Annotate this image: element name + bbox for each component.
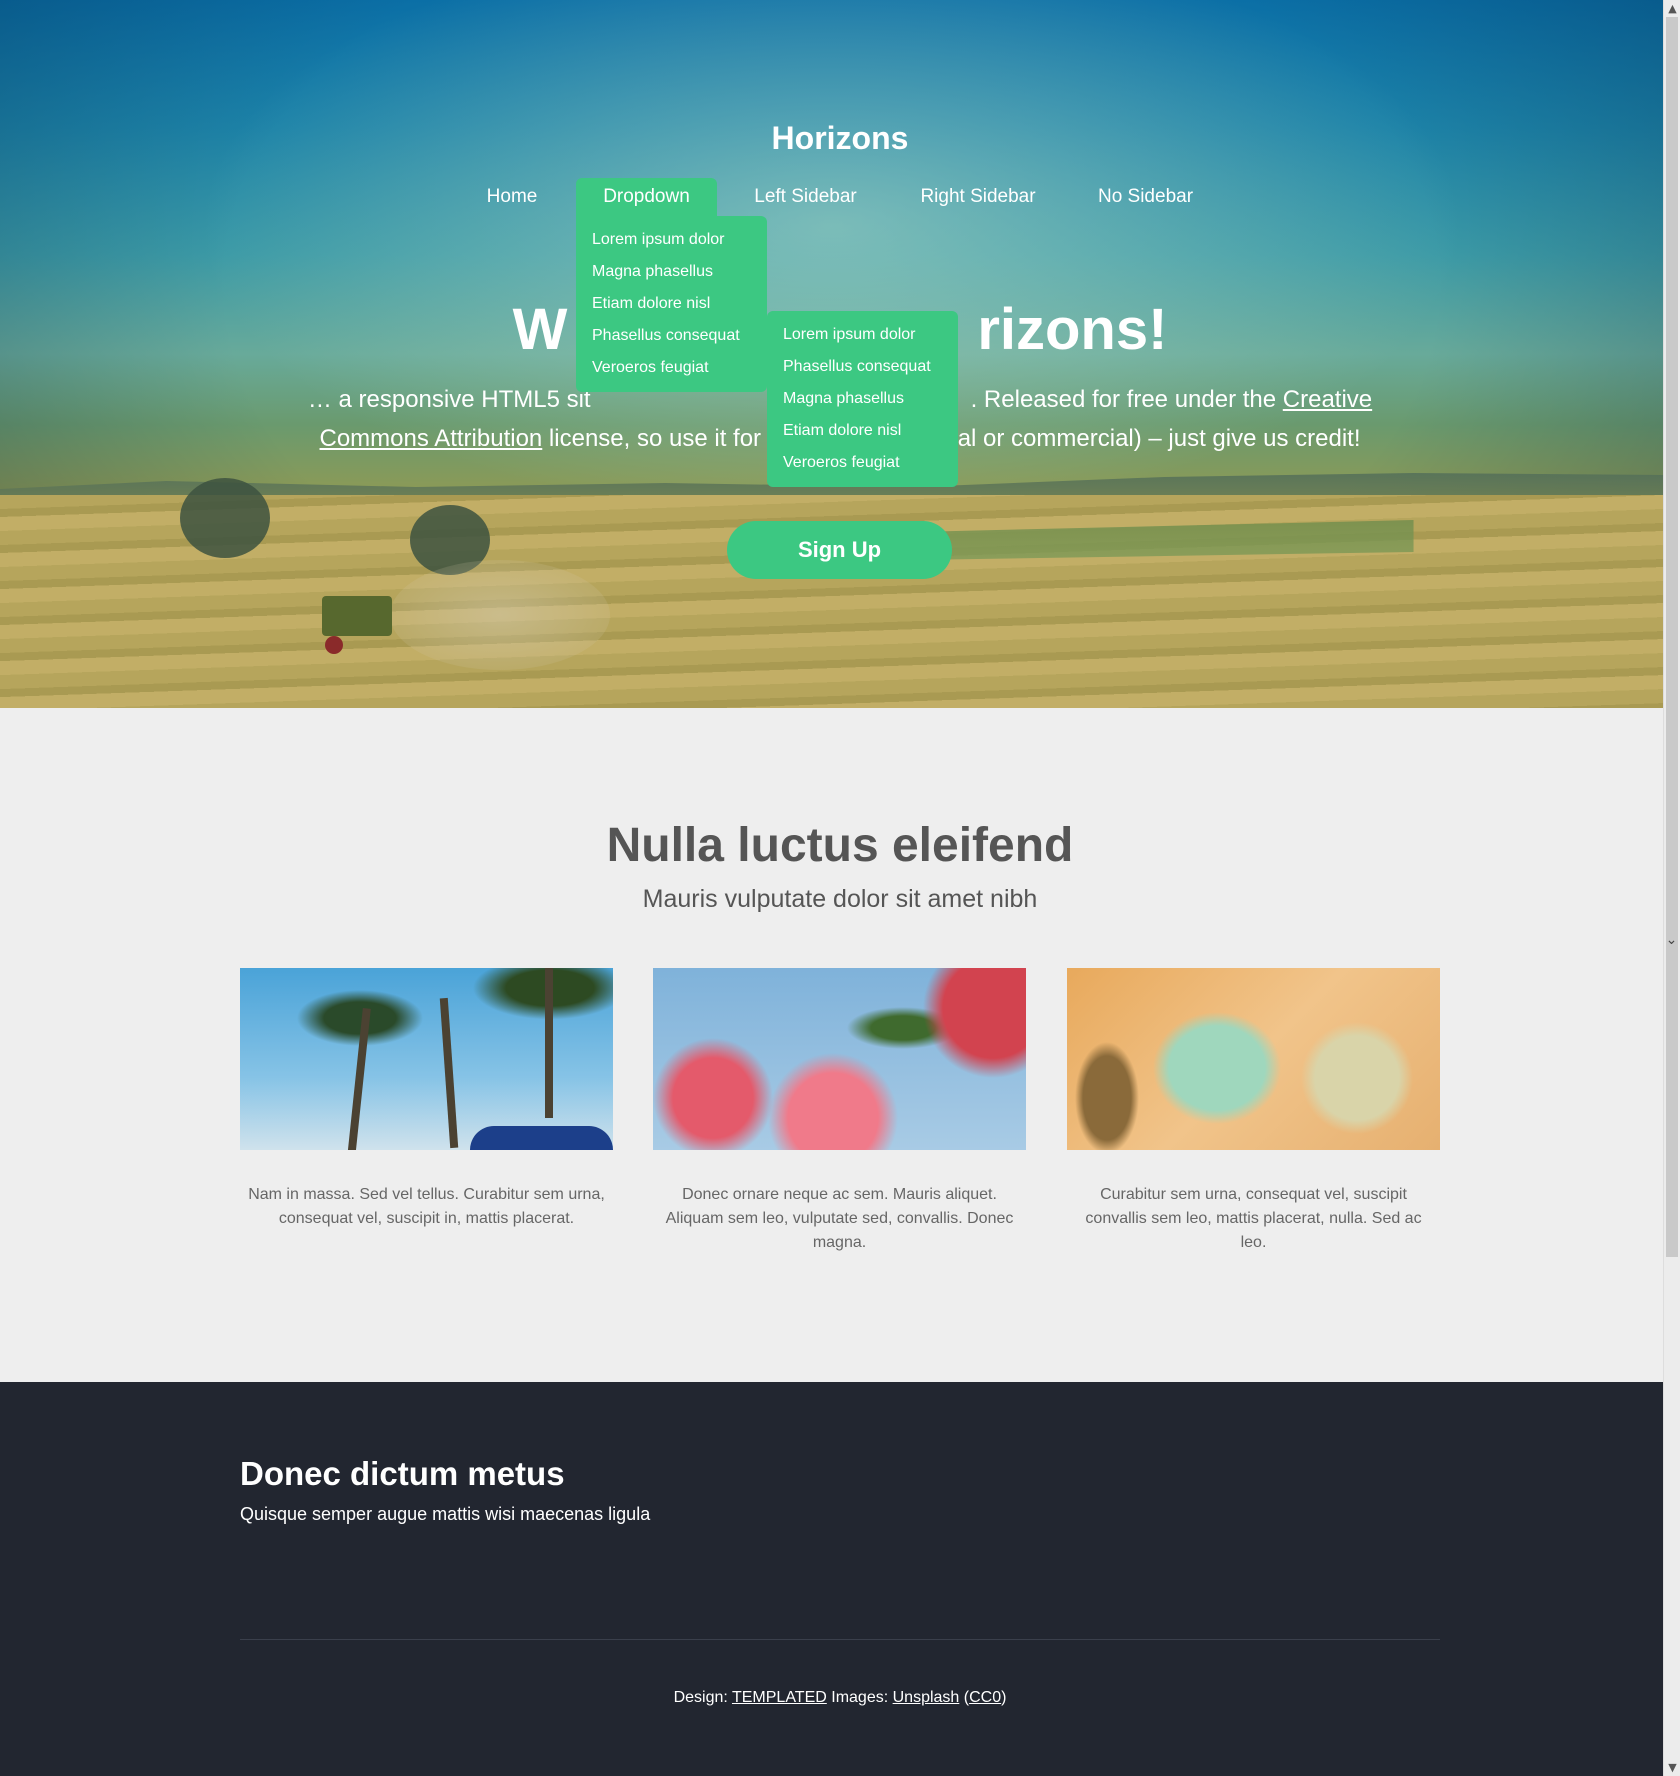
dropdown-menu: Lorem ipsum dolor Magna phasellus Etiam … [576, 216, 767, 392]
features-subheading: Mauris vulputate dolor sit amet nibh [642, 885, 1038, 913]
feature-card: Donec ornare neque ac sem. Mauris alique… [653, 968, 1026, 1255]
nav-item-dropdown[interactable]: Dropdown [576, 178, 717, 216]
footer-credits: Design: TEMPLATED Images: Unsplash (CC0) [0, 1689, 1680, 1707]
templated-link[interactable]: TEMPLATED [732, 1689, 827, 1706]
unsplash-link[interactable]: Unsplash [893, 1689, 960, 1706]
credits-images-prefix: Images: [826, 1689, 893, 1706]
scroll-up-arrow-icon[interactable]: ▲ [1664, 0, 1680, 17]
features-heading: Nulla luctus eleifend [606, 819, 1074, 872]
hero-text-part3: license, so use it for [542, 425, 768, 452]
feature-card-text: Donec ornare neque ac sem. Mauris alique… [665, 1186, 1014, 1251]
palm-trunk [545, 968, 553, 1118]
dropdown-item[interactable]: Etiam dolore nisl [576, 288, 767, 320]
glass-jars-image[interactable] [1067, 968, 1440, 1150]
hero-text-part1: … a responsive HTML5 sit [307, 386, 591, 413]
hero-tree [180, 478, 270, 558]
submenu-item[interactable]: Lorem ipsum dolor [767, 319, 958, 351]
nav-item-left-sidebar[interactable]: Left Sidebar [738, 178, 873, 216]
hero-text-part4: al or commercial) – just give us credit! [957, 425, 1361, 452]
feature-card: Nam in massa. Sed vel tellus. Curabitur … [240, 968, 613, 1231]
feature-card-text: Nam in massa. Sed vel tellus. Curabitur … [248, 1186, 605, 1227]
hero-harvester [322, 596, 392, 636]
submenu-item[interactable]: Magna phasellus [767, 383, 958, 415]
dropdown-item[interactable]: Veroeros feugiat [576, 352, 767, 384]
hero-heading-left: W [512, 297, 568, 362]
cc0-link[interactable]: CC0 [969, 1689, 1001, 1706]
palm-trunk [347, 1007, 371, 1150]
submenu-item[interactable]: Veroeros feugiat [767, 447, 958, 479]
dropdown-submenu: Lorem ipsum dolor Phasellus consequat Ma… [767, 311, 958, 487]
submenu-item[interactable]: Etiam dolore nisl [767, 415, 958, 447]
sign-up-button[interactable]: Sign Up [727, 521, 952, 579]
palm-trees-image[interactable] [240, 968, 613, 1150]
nav-item-right-sidebar[interactable]: Right Sidebar [904, 178, 1052, 216]
footer-heading: Donec dictum metus [240, 1455, 565, 1492]
dropdown-item[interactable]: Magna phasellus [576, 256, 767, 288]
feature-card-text: Curabitur sem urna, consequat vel, susci… [1085, 1186, 1422, 1251]
site-title[interactable]: Horizons [0, 120, 1680, 157]
scroll-thumb[interactable] [1666, 17, 1678, 1257]
hero-dust [390, 560, 610, 670]
footer [0, 1382, 1663, 1776]
nav-item-no-sidebar[interactable]: No Sidebar [1083, 178, 1208, 216]
hero-text-part2: . Released for free under the [970, 386, 1283, 413]
flowers-image[interactable] [653, 968, 1026, 1150]
chevron-down-icon[interactable]: ⌄ [1663, 932, 1680, 948]
credits-license-open: ( [959, 1689, 970, 1706]
dropdown-item[interactable]: Phasellus consequat [576, 320, 767, 352]
submenu-item[interactable]: Phasellus consequat [767, 351, 958, 383]
footer-subheading: Quisque semper augue mattis wisi maecena… [240, 1504, 651, 1524]
credits-license-close: ) [1001, 1689, 1007, 1706]
commons-attribution-link[interactable]: Commons Attribution [320, 425, 543, 452]
hero-heading-right: rizons! [977, 297, 1168, 362]
dropdown-item[interactable]: Lorem ipsum dolor [576, 224, 767, 256]
footer-divider [240, 1639, 1440, 1640]
palm-trunk [439, 997, 459, 1149]
scroll-down-arrow-icon[interactable]: ▼ [1664, 1759, 1680, 1776]
credits-design-prefix: Design: [673, 1689, 732, 1706]
nav-item-home[interactable]: Home [470, 178, 554, 216]
hero-harvester-wheel [325, 636, 343, 654]
creative-commons-link[interactable]: Creative [1283, 386, 1372, 413]
page-scrollbar[interactable]: ▲ ▼ [1663, 0, 1680, 1776]
feature-card: Curabitur sem urna, consequat vel, susci… [1067, 968, 1440, 1255]
blue-awning [470, 1126, 613, 1150]
